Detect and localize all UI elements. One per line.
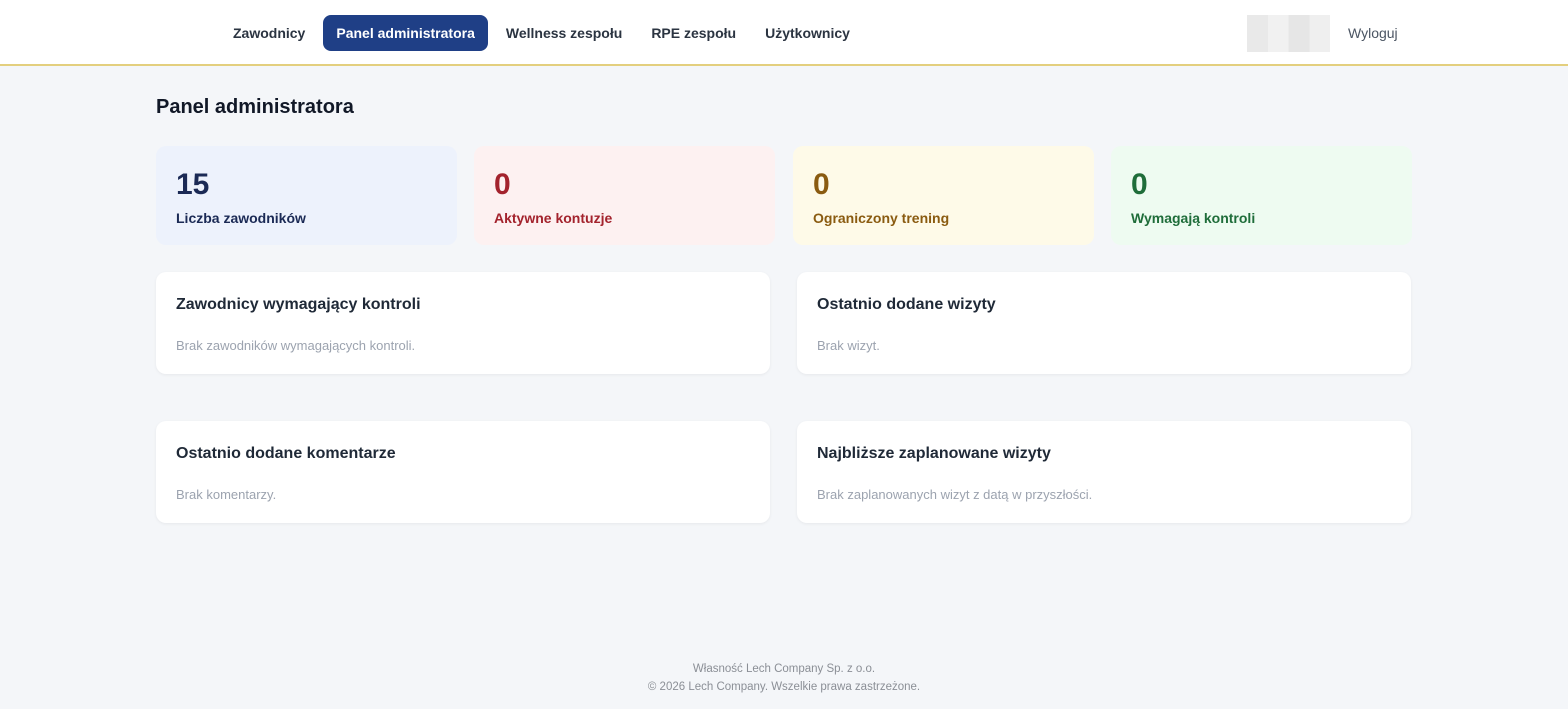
stat-card-players: 15 Liczba zawodników: [156, 146, 457, 245]
footer-ownership: Własność Lech Company Sp. z o.o.: [692, 663, 876, 675]
stat-label: Liczba zawodników: [176, 210, 306, 226]
logout-link[interactable]: Wyloguj: [1348, 25, 1398, 41]
nav-item-zawodnicy[interactable]: Zawodnicy: [222, 15, 316, 51]
stat-label: Ograniczony trening: [813, 210, 950, 226]
card-upcoming-visits: Najbliższe zaplanowane wizyty Brak zapla…: [797, 421, 1411, 523]
stat-label: Wymagają kontroli: [1131, 210, 1256, 226]
page-title: Panel administratora: [156, 96, 354, 118]
stat-card-needs-check: 0 Wymagają kontroli: [1111, 146, 1412, 245]
stat-value: 0: [494, 168, 511, 201]
top-navbar: Zawodnicy Panel administratora Wellness …: [0, 0, 1568, 66]
stat-value: 15: [176, 168, 210, 201]
stat-value: 0: [1131, 168, 1148, 201]
card-title: Ostatnio dodane wizyty: [817, 296, 996, 313]
stat-label: Aktywne kontuzje: [494, 210, 613, 226]
card-players-needing-check: Zawodnicy wymagający kontroli Brak zawod…: [156, 272, 770, 374]
stat-card-limited-training: 0 Ograniczony trening: [793, 146, 1094, 245]
card-empty-message: Brak komentarzy.: [176, 487, 277, 502]
main-nav: Zawodnicy Panel administratora Wellness …: [222, 15, 868, 51]
nav-item-rpe-zespolu[interactable]: RPE zespołu: [640, 15, 747, 51]
card-recent-comments: Ostatnio dodane komentarze Brak komentar…: [156, 421, 770, 523]
nav-item-panel-administratora[interactable]: Panel administratora: [323, 15, 488, 51]
card-empty-message: Brak zaplanowanych wizyt z datą w przysz…: [817, 487, 1093, 502]
card-empty-message: Brak wizyt.: [817, 338, 880, 353]
card-empty-message: Brak zawodników wymagających kontroli.: [176, 338, 416, 353]
card-title: Najbliższe zaplanowane wizyty: [817, 445, 1051, 462]
footer-copyright: © 2026 Lech Company. Wszelkie prawa zast…: [647, 681, 921, 693]
card-title: Ostatnio dodane komentarze: [176, 445, 396, 462]
card-recent-visits: Ostatnio dodane wizyty Brak wizyt.: [797, 272, 1411, 374]
user-avatar[interactable]: [1247, 15, 1330, 52]
stat-value: 0: [813, 168, 830, 201]
stat-card-injuries: 0 Aktywne kontuzje: [474, 146, 775, 245]
nav-item-wellness-zespolu[interactable]: Wellness zespołu: [495, 15, 633, 51]
nav-item-uzytkownicy[interactable]: Użytkownicy: [754, 15, 861, 51]
card-title: Zawodnicy wymagający kontroli: [176, 296, 421, 313]
footer: Własność Lech Company Sp. z o.o. © 2026 …: [0, 660, 1568, 696]
